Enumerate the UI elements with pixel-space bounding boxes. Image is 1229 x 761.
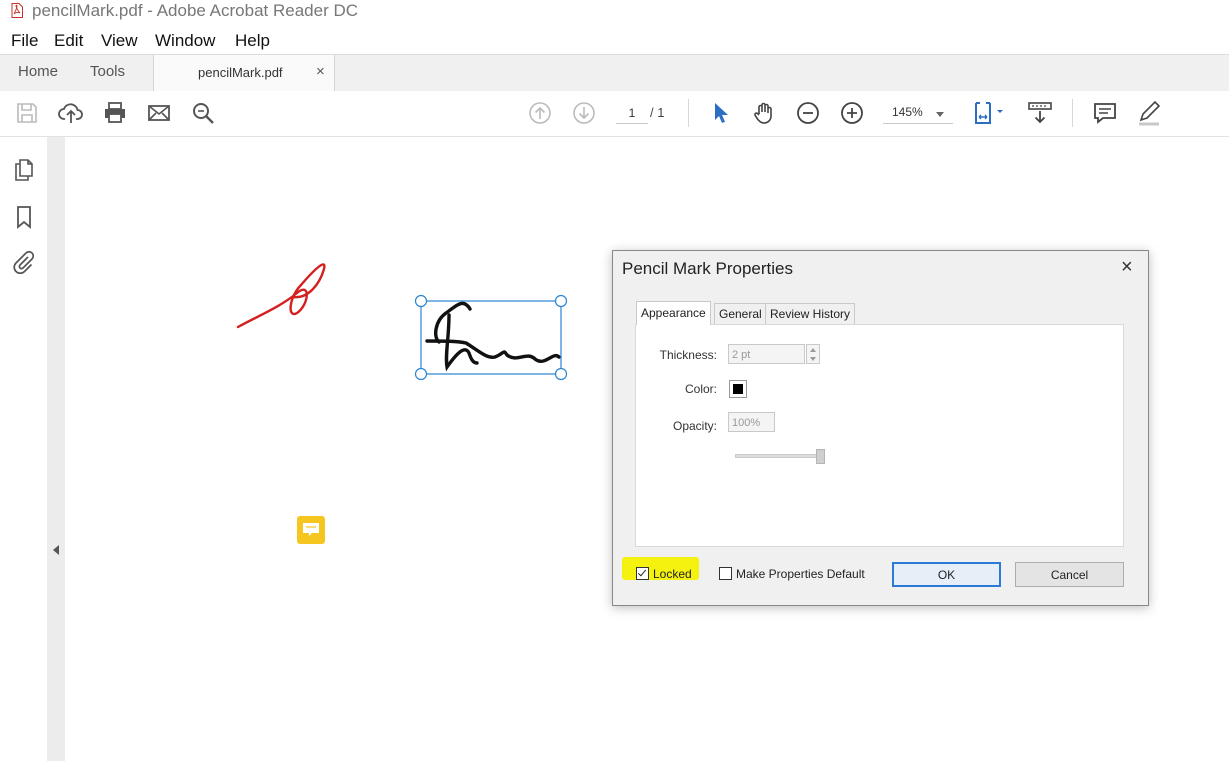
- zoom-level-value: 145%: [892, 105, 923, 119]
- make-default-checkbox[interactable]: Make Properties Default: [719, 567, 865, 581]
- stepper-down-icon[interactable]: [810, 357, 816, 361]
- left-rail: [0, 137, 48, 761]
- zoom-out-icon[interactable]: [795, 100, 821, 126]
- appearance-panel: Thickness: 2 pt Color: Opacity: 100%: [635, 324, 1124, 547]
- window-title: pencilMark.pdf - Adobe Acrobat Reader DC: [32, 1, 359, 20]
- hand-icon[interactable]: [751, 100, 777, 126]
- panel-collapse-strip[interactable]: [47, 137, 65, 761]
- save-icon[interactable]: [14, 100, 40, 126]
- highlight-pen-icon[interactable]: [1136, 100, 1162, 126]
- stepper-up-icon[interactable]: [810, 348, 816, 352]
- tab-general[interactable]: General: [714, 303, 767, 324]
- ok-button[interactable]: OK: [892, 562, 1001, 587]
- comment-icon[interactable]: [1092, 100, 1118, 126]
- tab-bar: Home Tools pencilMark.pdf ×: [0, 54, 1229, 92]
- print-icon[interactable]: [102, 100, 128, 126]
- tab-tools[interactable]: Tools: [90, 63, 125, 80]
- chevron-down-icon: [936, 112, 944, 117]
- next-page-icon[interactable]: [571, 100, 597, 126]
- menu-help[interactable]: Help: [235, 31, 270, 51]
- zoom-in-icon[interactable]: [839, 100, 865, 126]
- tab-document-label: pencilMark.pdf: [198, 65, 283, 80]
- attachment-icon[interactable]: [12, 250, 36, 275]
- toolbar-divider: [1072, 99, 1073, 127]
- opacity-label: Opacity:: [672, 419, 717, 433]
- opacity-field[interactable]: 100%: [728, 412, 775, 432]
- bookmark-icon[interactable]: [12, 205, 36, 229]
- red-pencil-mark[interactable]: [236, 263, 326, 329]
- selection-box: [420, 300, 562, 375]
- menu-file[interactable]: File: [11, 31, 38, 51]
- menu-window[interactable]: Window: [155, 31, 215, 51]
- close-tab-icon[interactable]: ×: [316, 63, 325, 80]
- toolbar-divider: [688, 99, 689, 127]
- opacity-slider-handle[interactable]: [816, 449, 825, 464]
- color-label: Color:: [684, 382, 717, 396]
- page-total: / 1: [650, 105, 665, 120]
- black-pencil-mark[interactable]: [425, 301, 561, 372]
- cancel-button[interactable]: Cancel: [1015, 562, 1124, 587]
- menu-view[interactable]: View: [101, 31, 138, 51]
- tab-document[interactable]: pencilMark.pdf ×: [153, 55, 335, 92]
- checkbox-checked-icon[interactable]: [636, 567, 649, 580]
- select-pointer-icon[interactable]: [707, 100, 733, 126]
- make-default-label: Make Properties Default: [736, 567, 865, 581]
- email-icon[interactable]: [146, 100, 172, 126]
- checkbox-unchecked-icon[interactable]: [719, 567, 732, 580]
- selection-handle[interactable]: [414, 367, 428, 381]
- selection-handle[interactable]: [554, 367, 568, 381]
- title-bar: pencilMark.pdf - Adobe Acrobat Reader DC: [0, 0, 1229, 24]
- selection-handle[interactable]: [414, 294, 428, 308]
- opacity-slider[interactable]: [735, 454, 822, 458]
- pdf-file-icon: [11, 3, 23, 18]
- search-zoom-icon[interactable]: [190, 100, 216, 126]
- scroll-mode-icon[interactable]: [1027, 100, 1053, 126]
- thickness-stepper[interactable]: [806, 344, 820, 364]
- menu-bar: File Edit View Window Help: [0, 26, 1229, 54]
- fit-page-icon[interactable]: [971, 100, 1009, 126]
- locked-label: Locked: [653, 567, 692, 581]
- page-number-input[interactable]: [616, 103, 648, 124]
- pages-icon[interactable]: [12, 158, 36, 182]
- close-icon[interactable]: ×: [1121, 256, 1133, 279]
- tab-appearance[interactable]: Appearance: [636, 301, 711, 325]
- selection-handle[interactable]: [554, 294, 568, 308]
- thickness-label: Thickness:: [659, 348, 717, 362]
- zoom-level-dropdown[interactable]: 145%: [883, 103, 953, 124]
- pencil-mark-properties-dialog: Pencil Mark Properties × Appearance Gene…: [612, 250, 1149, 606]
- thickness-field[interactable]: 2 pt: [728, 344, 805, 364]
- menu-edit[interactable]: Edit: [54, 31, 83, 51]
- prev-page-icon[interactable]: [527, 100, 553, 126]
- upload-icon[interactable]: [58, 100, 84, 126]
- collapse-arrow-icon[interactable]: [53, 545, 59, 555]
- dialog-title: Pencil Mark Properties: [622, 259, 794, 278]
- toolbar: / 1 145%: [0, 91, 1229, 137]
- color-swatch-fill: [733, 384, 743, 394]
- tab-home[interactable]: Home: [18, 63, 58, 80]
- tab-review-history[interactable]: Review History: [765, 303, 856, 324]
- locked-checkbox[interactable]: Locked: [636, 567, 692, 581]
- sticky-note-icon[interactable]: [297, 516, 325, 544]
- color-swatch[interactable]: [729, 380, 747, 398]
